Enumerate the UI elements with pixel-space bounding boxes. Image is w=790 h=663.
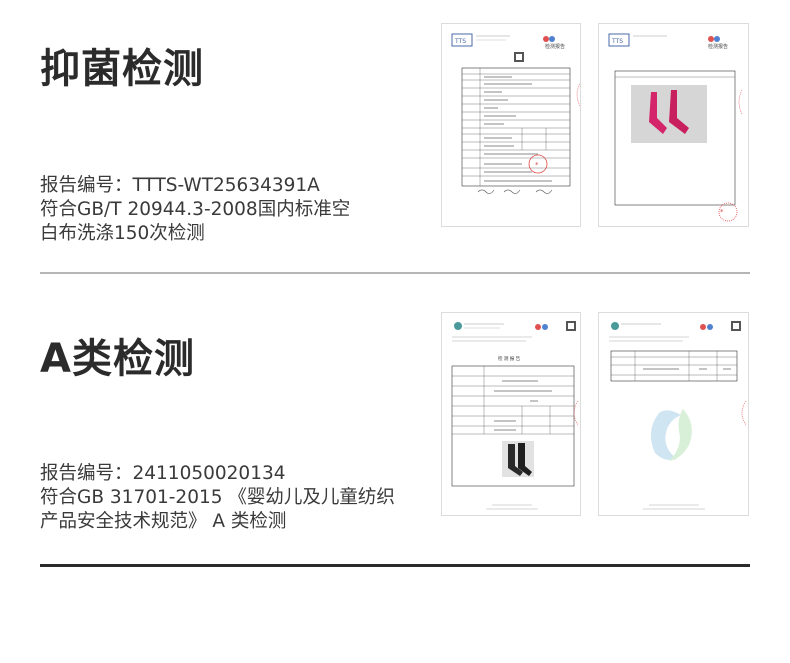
results-page-image — [598, 312, 749, 516]
svg-text:*: * — [535, 161, 539, 169]
standard-line-2: 白布洗涤150次检测 — [40, 223, 205, 244]
svg-text:TTS: TTS — [611, 38, 623, 45]
svg-text:TTS: TTS — [454, 38, 466, 45]
section-title: A类检测 — [40, 336, 195, 382]
svg-text:检测报告: 检测报告 — [708, 43, 728, 50]
section-divider-bottom — [40, 564, 750, 567]
standard-line-2: 产品安全技术规范》 A 类检测 — [40, 511, 287, 532]
report-page-image: TTS 检测报告 * — [441, 23, 581, 227]
standard-line-1: 符合GB 31701-2015 《婴幼儿及儿童纺织 — [40, 487, 395, 508]
svg-text:检 测 报 告: 检 测 报 告 — [498, 355, 521, 362]
report-info: 报告编号：2411050020134 符合GB 31701-2015 《婴幼儿及… — [40, 462, 395, 534]
svg-text:*: * — [720, 208, 724, 216]
report-page-image: 检 测 报 告 — [441, 312, 581, 516]
section-divider — [40, 272, 750, 274]
antibacterial-section: 抑菌检测 报告编号：TTTS-WT25634391A 符合GB/T 20944.… — [0, 0, 790, 275]
report-number: 报告编号：2411050020134 — [40, 463, 286, 484]
section-title: 抑菌检测 — [40, 46, 204, 92]
report-header-text: 检测报告 — [545, 43, 565, 50]
class-a-section: A类检测 报告编号：2411050020134 符合GB 31701-2015 … — [0, 290, 790, 580]
report-number: 报告编号：TTTS-WT25634391A — [40, 175, 320, 196]
report-info: 报告编号：TTTS-WT25634391A 符合GB/T 20944.3-200… — [40, 174, 350, 246]
sample-photo-page-image: TTS 检测报告 * — [598, 23, 749, 227]
standard-line-1: 符合GB/T 20944.3-2008国内标准空 — [40, 199, 351, 220]
